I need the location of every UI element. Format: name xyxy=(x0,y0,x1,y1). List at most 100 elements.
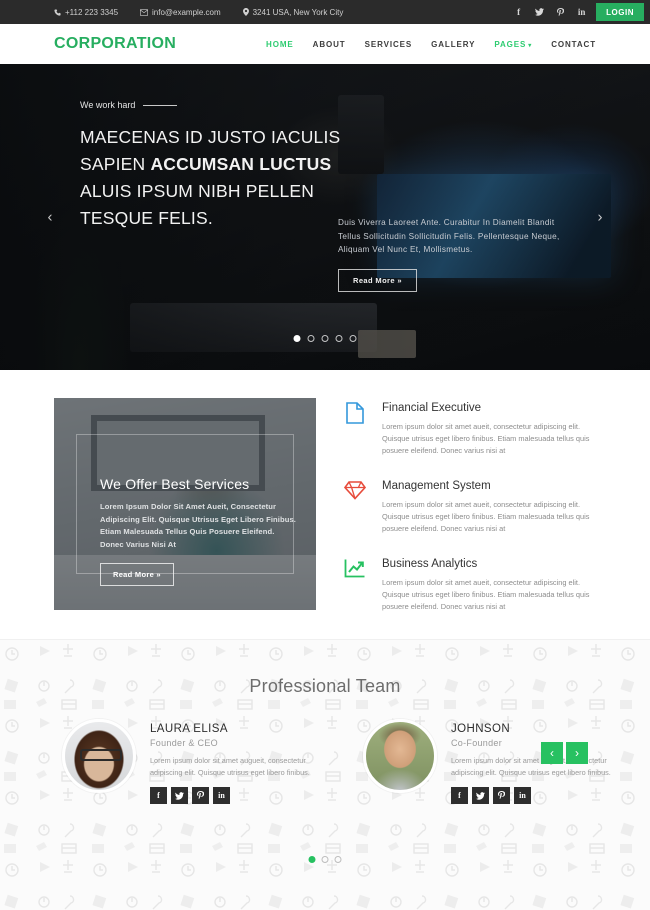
team-member-social-links: f in xyxy=(150,787,319,804)
site-header: CORPORATION HOME ABOUT SERVICES GALLERY … xyxy=(0,24,650,64)
service-item-body: Financial Executive Lorem ipsum dolor si… xyxy=(382,402,596,457)
topbar-email[interactable]: info@example.com xyxy=(140,8,221,17)
team-member-info: JOHNSON Co-Founder Lorem ipsum dolor sit… xyxy=(451,719,620,804)
nav-item-home[interactable]: HOME xyxy=(266,40,294,49)
facebook-icon[interactable]: f xyxy=(508,0,529,24)
services-feature-title: We Offer Best Services xyxy=(100,476,250,492)
team-dot-3[interactable] xyxy=(334,856,342,863)
document-icon xyxy=(344,402,366,424)
hero-text-block: We work hard MAECENAS ID JUSTO IACULIS S… xyxy=(80,100,380,232)
pinterest-icon[interactable] xyxy=(493,787,510,804)
twitter-icon[interactable] xyxy=(472,787,489,804)
team-next-arrow[interactable]: › xyxy=(566,742,588,764)
topbar-address-text: 3241 USA, New York City xyxy=(252,7,344,17)
team-member-name: JOHNSON xyxy=(451,723,511,735)
hero-dot-5[interactable] xyxy=(349,335,357,342)
topbar-phone[interactable]: +112 223 3345 xyxy=(54,8,118,17)
team-member-card: LAURA ELISA Founder & CEO Lorem ipsum do… xyxy=(62,719,319,804)
team-member-description: Lorem ipsum dolor sit amet augueit, cons… xyxy=(150,756,310,777)
hero-eyebrow: We work hard xyxy=(80,100,380,110)
login-button[interactable]: LOGIN xyxy=(596,3,644,21)
hero-dot-1[interactable] xyxy=(293,335,301,342)
service-item-financial-executive[interactable]: Financial Executive Lorem ipsum dolor si… xyxy=(344,402,596,457)
topbar-phone-text: +112 223 3345 xyxy=(65,7,119,17)
service-item-body: Business Analytics Lorem ipsum dolor sit… xyxy=(382,558,596,613)
team-member-name: LAURA ELISA xyxy=(150,723,228,735)
pinterest-icon[interactable] xyxy=(550,0,571,24)
topbar-social-links: f in LOGIN xyxy=(508,0,650,24)
service-title: Financial Executive xyxy=(382,402,482,414)
team-member-info: LAURA ELISA Founder & CEO Lorem ipsum do… xyxy=(150,719,319,804)
nav-label-contact: CONTACT xyxy=(551,39,596,49)
nav-label-services: SERVICES xyxy=(364,39,413,49)
service-item-body: Management System Lorem ipsum dolor sit … xyxy=(382,480,596,535)
service-description: Lorem ipsum dolor sit amet aueit, consec… xyxy=(382,422,590,455)
linkedin-icon[interactable]: in xyxy=(213,787,230,804)
hero-eyebrow-text: We work hard xyxy=(80,100,136,110)
service-description: Lorem ipsum dolor sit amet aueit, consec… xyxy=(382,500,590,533)
services-feature-content: We Offer Best Services Lorem Ipsum Dolor… xyxy=(100,476,297,587)
linkedin-icon[interactable]: in xyxy=(514,787,531,804)
nav-item-contact[interactable]: CONTACT xyxy=(551,40,596,49)
main-navigation: HOME ABOUT SERVICES GALLERY PAGES ▾ CONTA… xyxy=(266,40,596,49)
service-description: Lorem ipsum dolor sit amet aueit, consec… xyxy=(382,578,590,611)
avatar xyxy=(363,719,437,793)
services-feature-read-more-button[interactable]: Read More » xyxy=(100,563,174,587)
team-section-title: Professional Team xyxy=(249,676,401,696)
team-section: Professional Team ‹ › LAURA ELISA Founde… xyxy=(0,639,650,910)
hero-subtitle: Duis Viverra Laoreet Ante. Curabitur In … xyxy=(338,218,560,254)
nav-label-pages: PAGES xyxy=(494,39,527,49)
team-member-social-links: f in xyxy=(451,787,620,804)
hero-dot-3[interactable] xyxy=(321,335,329,342)
hero-carousel-dots xyxy=(293,335,357,342)
hero-title: MAECENAS ID JUSTO IACULIS SAPIEN ACCUMSA… xyxy=(80,124,380,232)
team-prev-arrow[interactable]: ‹ xyxy=(541,742,563,764)
nav-label-about: ABOUT xyxy=(312,39,346,49)
analytics-chart-icon xyxy=(344,558,366,580)
team-member-description: Lorem ipsum dolor sit amet augueit, cons… xyxy=(451,756,611,777)
service-title: Management System xyxy=(382,480,491,492)
team-dot-2[interactable] xyxy=(321,856,329,863)
services-feature-card: We Offer Best Services Lorem Ipsum Dolor… xyxy=(54,398,316,610)
nav-item-about[interactable]: ABOUT xyxy=(313,40,346,49)
service-item-business-analytics[interactable]: Business Analytics Lorem ipsum dolor sit… xyxy=(344,558,596,613)
hero-prev-arrow[interactable]: ‹ xyxy=(40,209,60,226)
team-member-role: Founder & CEO xyxy=(150,738,218,748)
team-dot-1[interactable] xyxy=(308,856,316,863)
location-pin-icon xyxy=(242,8,249,16)
hero-title-bold: ACCUMSAN LUCTUS xyxy=(150,154,332,174)
service-title: Business Analytics xyxy=(382,558,478,570)
team-member-role: Co-Founder xyxy=(451,738,503,748)
topbar-address[interactable]: 3241 USA, New York City xyxy=(242,7,344,17)
services-list: Financial Executive Lorem ipsum dolor si… xyxy=(344,398,596,613)
site-logo[interactable]: CORPORATION xyxy=(54,35,176,53)
facebook-icon[interactable]: f xyxy=(150,787,167,804)
pinterest-icon[interactable] xyxy=(192,787,209,804)
hero-eyebrow-rule xyxy=(143,104,178,106)
linkedin-icon[interactable]: in xyxy=(571,0,592,24)
hero-title-part2: ALUIS IPSUM NIBH PELLEN TESQUE FELIS. xyxy=(80,181,315,228)
hero-dot-2[interactable] xyxy=(307,335,315,342)
phone-icon xyxy=(54,8,61,16)
nav-item-pages[interactable]: PAGES ▾ xyxy=(494,40,532,49)
team-carousel-dots xyxy=(308,856,342,863)
chevron-down-icon: ▾ xyxy=(528,42,533,49)
twitter-icon[interactable] xyxy=(171,787,188,804)
hero-secondary-block: Duis Viverra Laoreet Ante. Curabitur In … xyxy=(338,216,564,292)
hero-read-more-button[interactable]: Read More » xyxy=(338,268,417,292)
twitter-icon[interactable] xyxy=(529,0,550,24)
services-section: We Offer Best Services Lorem Ipsum Dolor… xyxy=(0,370,650,639)
nav-item-services[interactable]: SERVICES xyxy=(365,40,413,49)
top-bar: +112 223 3345 info@example.com 3241 USA,… xyxy=(0,0,650,24)
nav-label-home: HOME xyxy=(266,39,294,49)
service-item-management-system[interactable]: Management System Lorem ipsum dolor sit … xyxy=(344,480,596,535)
nav-item-gallery[interactable]: GALLERY xyxy=(431,40,475,49)
envelope-icon xyxy=(140,8,149,16)
diamond-icon xyxy=(344,480,366,502)
facebook-icon[interactable]: f xyxy=(451,787,468,804)
services-feature-text: Lorem Ipsum Dolor Sit Amet Aueit, Consec… xyxy=(100,502,297,549)
hero-dot-4[interactable] xyxy=(335,335,343,342)
team-carousel-arrows: ‹ › xyxy=(541,742,588,764)
hero-carousel: We work hard MAECENAS ID JUSTO IACULIS S… xyxy=(0,64,650,370)
hero-next-arrow[interactable]: › xyxy=(590,209,610,226)
